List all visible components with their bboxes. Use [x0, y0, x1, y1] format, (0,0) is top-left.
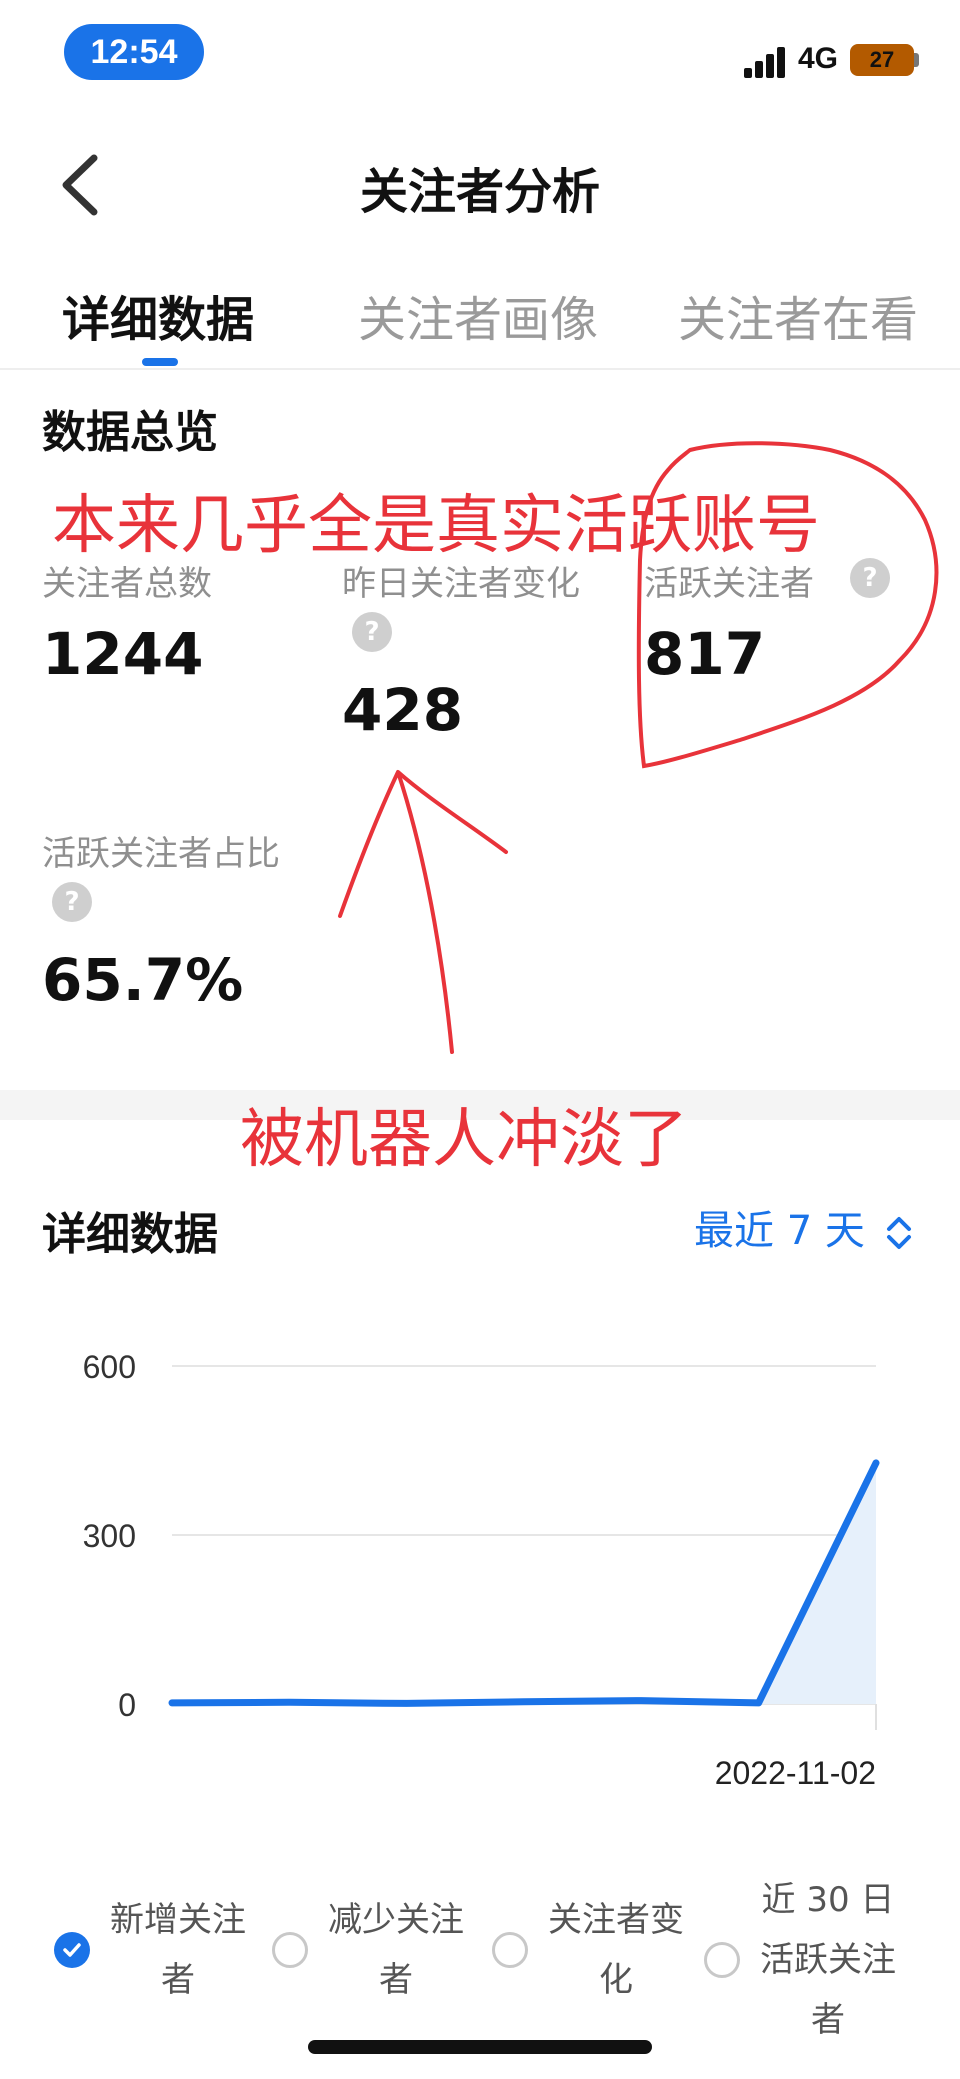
y-tick-label: 600: [83, 1349, 136, 1385]
data-point: [171, 1702, 173, 1704]
legend-label-line: 减少关注: [328, 1900, 464, 1940]
detail-title: 详细数据: [42, 1209, 218, 1260]
legend-label-line: 化: [599, 1960, 633, 2000]
annotation-arrow: [338, 770, 508, 1054]
home-indicator[interactable]: [308, 2040, 652, 2054]
radio-unchecked-icon[interactable]: [704, 1942, 740, 1978]
annotation-circle: [636, 441, 939, 769]
radio-checked-icon[interactable]: [54, 1932, 90, 1968]
chevron-up-down-icon: [886, 1217, 911, 1249]
data-point: [288, 1701, 290, 1703]
date-range-selector[interactable]: 最近 7 天: [694, 1198, 914, 1256]
data-point: [758, 1702, 760, 1704]
data-point: [640, 1700, 642, 1702]
date-range-label: 最近 7 天: [694, 1208, 865, 1254]
legend-active-30-days[interactable]: 近 30 日 活跃关注 者: [704, 1870, 896, 2050]
y-tick-label: 0: [118, 1687, 136, 1723]
y-tick-label: 300: [83, 1518, 136, 1554]
legend-lost-followers[interactable]: 减少关注 者: [272, 1890, 464, 2010]
data-point: [406, 1702, 408, 1704]
x-tick-label: 2022-11-02: [715, 1755, 876, 1791]
radio-unchecked-icon[interactable]: [492, 1932, 528, 1968]
radio-unchecked-icon[interactable]: [272, 1932, 308, 1968]
legend-label-line: 者: [379, 1960, 413, 2000]
legend-new-followers[interactable]: 新增关注 者: [54, 1890, 246, 2010]
series-area: [172, 1462, 876, 1704]
legend-label-line: 近 30 日: [761, 1880, 895, 1920]
legend-follower-change[interactable]: 关注者变 化: [492, 1890, 684, 2010]
legend-label-line: 新增关注: [110, 1900, 246, 1940]
legend-label-line: 关注者变: [548, 1900, 684, 1940]
legend-label-line: 活跃关注: [760, 1940, 896, 1980]
legend-label-line: 者: [161, 1960, 195, 2000]
data-point: [875, 1462, 877, 1464]
followers-area-chart: 0 300 600 2022-11-02: [83, 1349, 880, 1791]
annotation-text-bottom: 被机器人冲淡了: [240, 1103, 688, 1177]
annotation-scribbles: [338, 441, 939, 1054]
legend-label-line: 者: [811, 2000, 845, 2040]
data-point: [523, 1701, 525, 1703]
series-line: [168, 1459, 880, 1707]
